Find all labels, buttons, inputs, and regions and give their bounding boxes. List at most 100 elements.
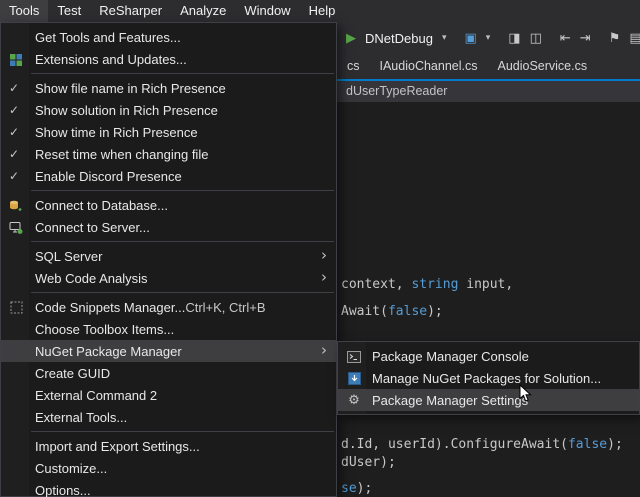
- tools-menu: Get Tools and Features... Extensions and…: [0, 22, 337, 497]
- split-view-icon[interactable]: ◫: [530, 32, 542, 45]
- indent-increase-icon[interactable]: ⇥: [580, 32, 591, 45]
- console-icon: [346, 349, 362, 364]
- menu-separator: [31, 241, 334, 242]
- menu-item-options[interactable]: Options...: [1, 479, 336, 497]
- menu-item-label: Choose Toolbox Items...: [35, 322, 174, 337]
- debug-target-caret-icon[interactable]: ▾: [442, 33, 447, 43]
- menu-item-label: Reset time when changing file: [35, 147, 208, 162]
- menu-item-web-code-analysis[interactable]: Web Code Analysis ›: [1, 267, 336, 289]
- menu-item-connect-to-server[interactable]: Connect to Server...: [1, 216, 336, 238]
- menu-item-label: Extensions and Updates...: [35, 52, 187, 67]
- code-text: );: [427, 304, 443, 319]
- menu-item-reset-time[interactable]: ✓ Reset time when changing file: [1, 143, 336, 165]
- connect-server-icon: [8, 220, 24, 235]
- menu-item-show-file-name[interactable]: ✓ Show file name in Rich Presence: [1, 77, 336, 99]
- navbar-type-label: dUserTypeReader: [346, 84, 447, 98]
- menu-item-enable-discord-presence[interactable]: ✓ Enable Discord Presence: [1, 165, 336, 187]
- quick-actions-caret-icon[interactable]: ▾: [486, 33, 491, 43]
- code-text: dUser);: [341, 455, 396, 470]
- checkmark-icon: ✓: [9, 99, 19, 121]
- submenu-item-label: Manage NuGet Packages for Solution...: [372, 371, 601, 386]
- menu-item-external-tools[interactable]: External Tools...: [1, 406, 336, 428]
- tab-partial[interactable]: cs: [337, 54, 370, 79]
- debug-target-label[interactable]: DNetDebug: [365, 31, 433, 46]
- submenu-arrow-icon: ›: [321, 245, 327, 265]
- menubar-item-analyze[interactable]: Analyze: [171, 0, 235, 22]
- menubar-item-window[interactable]: Window: [235, 0, 299, 22]
- submenu-item-package-manager-console[interactable]: Package Manager Console: [338, 345, 639, 367]
- menu-item-label: Create GUID: [35, 366, 110, 381]
- menu-item-label: Web Code Analysis: [35, 271, 148, 286]
- code-line: context, string input,: [341, 277, 513, 292]
- menubar-item-tools[interactable]: Tools: [0, 0, 48, 22]
- menu-item-label: Show solution in Rich Presence: [35, 103, 218, 118]
- menu-separator: [31, 292, 334, 293]
- tab-iaudiochannel[interactable]: IAudioChannel.cs: [370, 54, 488, 79]
- menu-item-sql-server[interactable]: SQL Server ›: [1, 245, 336, 267]
- code-text: d.Id, userId).ConfigureAwait(: [341, 437, 568, 452]
- checkmark-icon: ✓: [9, 143, 19, 165]
- menu-item-label: Connect to Database...: [35, 198, 168, 213]
- menu-item-label: Show time in Rich Presence: [35, 125, 198, 140]
- submenu-item-label: Package Manager Settings: [372, 393, 528, 408]
- code-keyword: string: [411, 277, 458, 292]
- code-text: context,: [341, 277, 411, 292]
- code-line: d.Id, userId).ConfigureAwait(false);: [341, 437, 623, 452]
- menu-item-nuget-package-manager[interactable]: NuGet Package Manager ›: [1, 340, 336, 362]
- code-snippets-icon: [8, 300, 24, 315]
- quick-actions-icon[interactable]: ▣: [464, 32, 476, 45]
- menu-item-code-snippets-manager[interactable]: Code Snippets Manager... Ctrl+K, Ctrl+B: [1, 296, 336, 318]
- connect-database-icon: [8, 198, 24, 213]
- mouse-cursor: [519, 384, 532, 406]
- menu-item-show-solution[interactable]: ✓ Show solution in Rich Presence: [1, 99, 336, 121]
- menu-item-label: External Command 2: [35, 388, 157, 403]
- code-text: );: [357, 481, 373, 496]
- tab-audioservice[interactable]: AudioService.cs: [487, 54, 597, 79]
- menu-separator: [31, 73, 334, 74]
- start-debug-icon[interactable]: ▶: [346, 32, 356, 45]
- menu-item-customize[interactable]: Customize...: [1, 457, 336, 479]
- menubar-item-resharper[interactable]: ReSharper: [90, 0, 171, 22]
- submenu-item-manage-nuget-packages[interactable]: Manage NuGet Packages for Solution...: [338, 367, 639, 389]
- submenu-arrow-icon: ›: [321, 340, 327, 360]
- menu-item-label: SQL Server: [35, 249, 102, 264]
- menu-item-get-tools-and-features[interactable]: Get Tools and Features...: [1, 26, 336, 48]
- menu-item-label: Customize...: [35, 461, 107, 476]
- menu-item-connect-to-database[interactable]: Connect to Database...: [1, 194, 336, 216]
- menubar-item-help[interactable]: Help: [300, 0, 345, 22]
- menu-item-import-export-settings[interactable]: Import and Export Settings...: [1, 435, 336, 457]
- code-text: Await(: [341, 304, 388, 319]
- checkmark-icon: ✓: [9, 77, 19, 99]
- menu-item-external-command-2[interactable]: External Command 2: [1, 384, 336, 406]
- menu-separator: [31, 431, 334, 432]
- extensions-icon: [8, 52, 24, 67]
- menu-item-choose-toolbox-items[interactable]: Choose Toolbox Items...: [1, 318, 336, 340]
- menu-bar: Tools Test ReSharper Analyze Window Help: [0, 0, 640, 22]
- menu-item-label: Get Tools and Features...: [35, 30, 181, 45]
- menu-item-show-time[interactable]: ✓ Show time in Rich Presence: [1, 121, 336, 143]
- code-keyword: false: [568, 437, 607, 452]
- menu-item-extensions-and-updates[interactable]: Extensions and Updates...: [1, 48, 336, 70]
- code-text: );: [607, 437, 623, 452]
- menu-item-label: Code Snippets Manager...: [35, 300, 185, 315]
- checkmark-icon: ✓: [9, 165, 19, 187]
- code-line: dUser);: [341, 455, 396, 470]
- menu-separator: [31, 190, 334, 191]
- nuget-package-manager-submenu: Package Manager Console Manage NuGet Pac…: [337, 341, 640, 415]
- submenu-item-package-manager-settings[interactable]: ⚙ Package Manager Settings: [338, 389, 639, 411]
- preview-changes-icon[interactable]: ◨: [508, 32, 520, 45]
- submenu-item-label: Package Manager Console: [372, 349, 529, 364]
- menu-item-shortcut: Ctrl+K, Ctrl+B: [185, 300, 309, 315]
- code-line: Await(false);: [341, 304, 443, 319]
- checkmark-icon: ✓: [9, 121, 19, 143]
- bookmark-icon[interactable]: ⚑: [609, 32, 621, 45]
- menu-item-label: Enable Discord Presence: [35, 169, 182, 184]
- indent-decrease-icon[interactable]: ⇤: [560, 32, 571, 45]
- comment-icon[interactable]: ▤: [629, 32, 640, 45]
- menu-item-create-guid[interactable]: Create GUID: [1, 362, 336, 384]
- submenu-arrow-icon: ›: [321, 267, 327, 287]
- code-keyword: false: [388, 304, 427, 319]
- menubar-item-test[interactable]: Test: [48, 0, 90, 22]
- menu-item-label: Options...: [35, 483, 91, 497]
- menu-item-label: Show file name in Rich Presence: [35, 81, 226, 96]
